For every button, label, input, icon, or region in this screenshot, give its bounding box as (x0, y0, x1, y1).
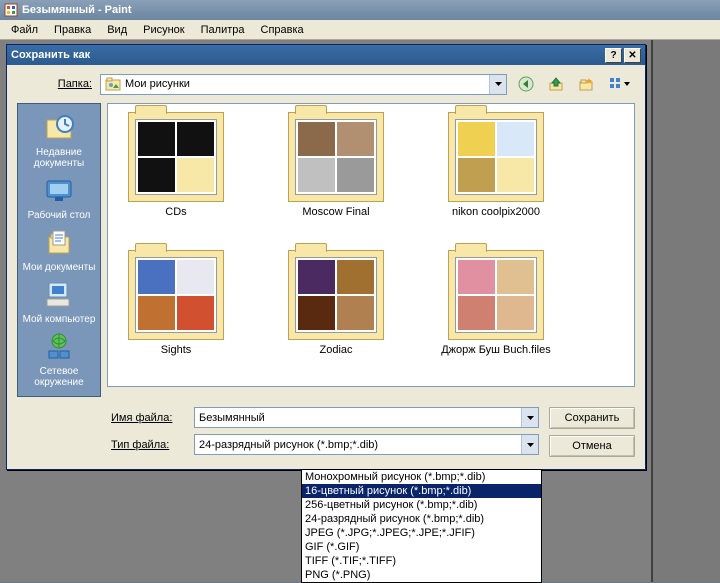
menu-view[interactable]: Вид (100, 22, 134, 38)
folder-item[interactable]: nikon coolpix2000 (436, 112, 556, 218)
dialog-titlebar: Сохранить как ? ✕ (7, 45, 645, 65)
folder-label: nikon coolpix2000 (452, 206, 540, 218)
desktop-icon (43, 175, 75, 207)
filetype-dropdown[interactable]: Монохромный рисунок (*.bmp;*.dib)16-цвет… (301, 469, 542, 583)
places-network[interactable]: Сетевое окружение (20, 331, 98, 388)
filetype-option[interactable]: JPEG (*.JPG;*.JPEG;*.JPE;*.JFIF) (302, 526, 541, 540)
folder-item[interactable]: Moscow Final (276, 112, 396, 218)
filetype-option[interactable]: GIF (*.GIF) (302, 540, 541, 554)
save-button[interactable]: Сохранить (549, 407, 635, 429)
mycomputer-icon (43, 279, 75, 311)
places-mydocs[interactable]: Мои документы (20, 227, 98, 273)
mydocs-icon (43, 227, 75, 259)
filename-label: Имя файла: (111, 412, 186, 424)
filename-value: Безымянный (195, 412, 521, 424)
menu-palette[interactable]: Палитра (194, 22, 252, 38)
filetype-combo[interactable]: 24-разрядный рисунок (*.bmp;*.dib) (194, 434, 539, 455)
filetype-value: 24-разрядный рисунок (*.bmp;*.dib) (195, 439, 521, 451)
view-menu-button[interactable] (605, 73, 635, 95)
folder-item[interactable]: Sights (116, 250, 236, 356)
filetype-option[interactable]: PNG (*.PNG) (302, 568, 541, 582)
folder-combo[interactable]: Мои рисунки (100, 74, 507, 95)
help-button[interactable]: ? (605, 48, 622, 63)
network-icon (43, 331, 75, 363)
app-titlebar: Безымянный - Paint (0, 0, 720, 20)
folder-item[interactable]: Джорж Буш Buch.files (436, 250, 556, 356)
filename-input[interactable]: Безымянный (194, 407, 539, 428)
folder-label: Moscow Final (302, 206, 369, 218)
places-mycomputer[interactable]: Мой компьютер (20, 279, 98, 325)
places-desktop[interactable]: Рабочий стол (20, 175, 98, 221)
folder-thumbnail (288, 112, 384, 202)
folder-item[interactable]: CDs (116, 112, 236, 218)
up-button[interactable] (545, 73, 567, 95)
folder-combo-text: Мои рисунки (125, 78, 489, 90)
recent-icon (43, 112, 75, 144)
dialog-title: Сохранить как (11, 49, 90, 61)
folder-item[interactable]: Zodiac (276, 250, 396, 356)
back-button[interactable] (515, 73, 537, 95)
cancel-button[interactable]: Отмена (549, 435, 635, 457)
folder-thumbnail (288, 250, 384, 340)
paint-icon (4, 3, 18, 17)
filetype-label: Тип файла: (111, 439, 186, 451)
menu-file[interactable]: Файл (4, 22, 45, 38)
menu-image[interactable]: Рисунок (136, 22, 192, 38)
my-pictures-icon (105, 76, 121, 92)
filetype-option[interactable]: TIFF (*.TIF;*.TIFF) (302, 554, 541, 568)
folder-label: Zodiac (319, 344, 352, 356)
file-view[interactable]: CDs Moscow Final nikon coolpix2000 Sights Zo… (107, 103, 635, 387)
folder-thumbnail (128, 250, 224, 340)
app-title: Безымянный - Paint (22, 4, 132, 16)
filetype-option[interactable]: 16-цветный рисунок (*.bmp;*.dib) (302, 484, 541, 498)
menubar: Файл Правка Вид Рисунок Палитра Справка (0, 20, 720, 40)
filetype-option[interactable]: Монохромный рисунок (*.bmp;*.dib) (302, 470, 541, 484)
places-recent[interactable]: Недавние документы (20, 112, 98, 169)
folder-thumbnail (448, 250, 544, 340)
folder-thumbnail (128, 112, 224, 202)
save-as-dialog: Сохранить как ? ✕ Папка: Мои рисунки (6, 44, 646, 470)
filetype-option[interactable]: 256-цветный рисунок (*.bmp;*.dib) (302, 498, 541, 512)
folder-label: Sights (161, 344, 192, 356)
folder-label: Джорж Буш Buch.files (441, 344, 551, 356)
folder-label: CDs (165, 206, 186, 218)
folder-thumbnail (448, 112, 544, 202)
app-right-panel (651, 40, 720, 582)
close-button[interactable]: ✕ (624, 48, 641, 63)
filename-combo-button[interactable] (521, 408, 538, 427)
folder-combo-button[interactable] (489, 75, 506, 94)
filetype-option[interactable]: 24-разрядный рисунок (*.bmp;*.dib) (302, 512, 541, 526)
filetype-combo-button[interactable] (521, 435, 538, 454)
menu-edit[interactable]: Правка (47, 22, 98, 38)
new-folder-button[interactable] (575, 73, 597, 95)
menu-help[interactable]: Справка (254, 22, 311, 38)
places-bar: Недавние документы Рабочий стол Мои доку… (17, 103, 101, 397)
folder-label: Папка: (17, 78, 92, 90)
